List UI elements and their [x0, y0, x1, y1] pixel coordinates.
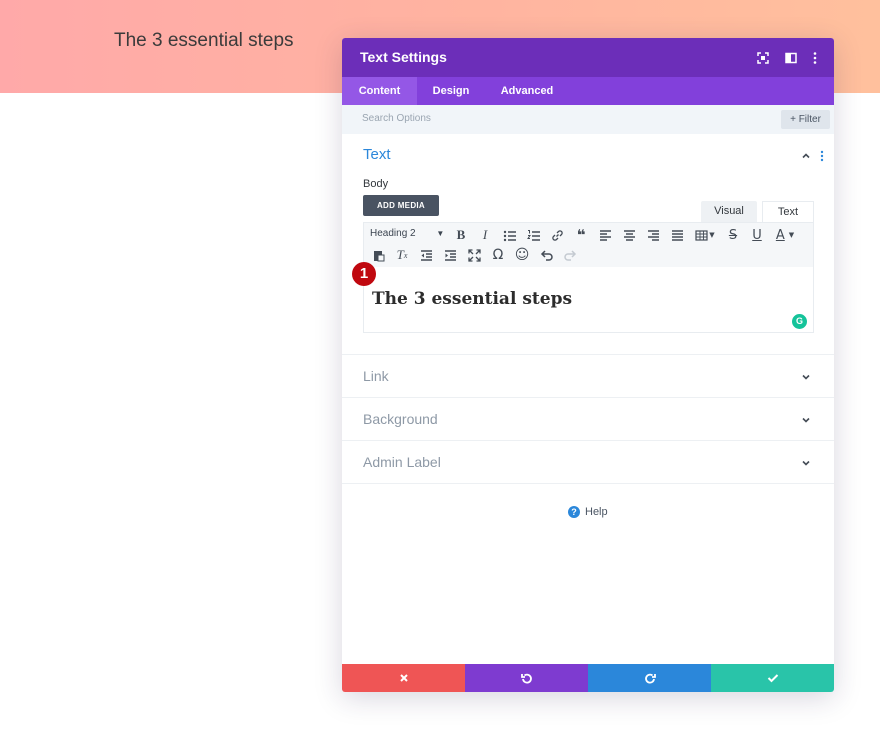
step-badge: 1 [352, 262, 376, 286]
filter-label: Filter [798, 114, 821, 125]
numbered-list-icon[interactable] [525, 227, 541, 243]
save-button[interactable] [711, 664, 834, 692]
help-label: Help [585, 506, 608, 518]
editor-area[interactable]: The 3 essential steps [363, 267, 814, 333]
grammarly-icon[interactable]: G [792, 314, 807, 329]
chevron-down-icon[interactable] [800, 371, 812, 383]
strikethrough-icon[interactable]: S [725, 227, 741, 243]
redo-editor-icon[interactable] [562, 247, 578, 263]
editor-content[interactable]: The 3 essential steps [372, 289, 572, 309]
tab-content[interactable]: Content [342, 77, 417, 105]
table-icon[interactable]: ▼ [693, 227, 717, 243]
divider [342, 354, 834, 355]
modal-header[interactable]: Text Settings [342, 38, 834, 77]
editor-toolbar: Heading 2 ▼ B I ❝ ▼ S U A ▼ T x Ω ☺ [363, 222, 814, 269]
text-settings-modal: Text Settings Content Design Advanced Se… [342, 38, 834, 692]
format-select-value: Heading 2 [370, 228, 416, 239]
search-row: Search Options + Filter [342, 105, 834, 134]
format-select[interactable]: Heading 2 ▼ [370, 228, 444, 239]
tab-design[interactable]: Design [417, 77, 485, 105]
undo-icon [520, 673, 532, 684]
body-label: Body [363, 178, 389, 190]
divider [342, 440, 834, 441]
chevron-down-icon[interactable] [800, 457, 812, 469]
emoji-icon[interactable]: ☺ [514, 247, 530, 263]
underline-icon[interactable]: U [749, 227, 765, 243]
blockquote-icon[interactable]: ❝ [573, 226, 589, 244]
modal-tabs: Content Design Advanced [342, 77, 834, 105]
redo-icon [644, 673, 656, 684]
divider [342, 483, 834, 484]
hero-title: The 3 essential steps [114, 30, 294, 51]
add-media-button[interactable]: ADD MEDIA [363, 195, 439, 216]
search-input[interactable]: Search Options [362, 113, 431, 124]
fullscreen-icon[interactable] [756, 51, 770, 65]
divider [342, 397, 834, 398]
close-icon [399, 674, 408, 682]
help-icon: ? [568, 506, 580, 518]
fullscreen-editor-icon[interactable] [466, 247, 482, 263]
text-section-title[interactable]: Text [363, 146, 391, 163]
paste-text-icon[interactable] [370, 247, 386, 263]
chevron-down-icon[interactable] [800, 414, 812, 426]
link-icon[interactable] [549, 227, 565, 243]
clear-formatting-icon[interactable]: Tx [394, 247, 410, 263]
discard-button[interactable] [342, 664, 465, 692]
plus-icon: + [790, 114, 796, 125]
undo-editor-icon[interactable] [538, 247, 554, 263]
modal-title: Text Settings [360, 49, 447, 65]
accordion-background[interactable]: Background [363, 411, 438, 427]
align-justify-icon[interactable] [669, 227, 685, 243]
align-right-icon[interactable] [645, 227, 661, 243]
visual-tab[interactable]: Visual [701, 201, 757, 222]
redo-button[interactable] [588, 664, 711, 692]
italic-icon[interactable]: I [477, 227, 493, 243]
align-left-icon[interactable] [597, 227, 613, 243]
filter-button[interactable]: + Filter [781, 110, 830, 129]
split-view-icon[interactable] [784, 51, 798, 65]
accordion-admin-label[interactable]: Admin Label [363, 454, 441, 470]
special-character-icon[interactable]: Ω [490, 247, 506, 263]
bold-icon[interactable]: B [453, 227, 469, 243]
outdent-icon[interactable] [418, 247, 434, 263]
indent-icon[interactable] [442, 247, 458, 263]
text-tab[interactable]: Text [762, 201, 814, 223]
undo-button[interactable] [465, 664, 588, 692]
chevron-up-icon[interactable] [800, 150, 812, 162]
caret-down-icon: ▼ [436, 229, 445, 238]
tab-advanced[interactable]: Advanced [485, 77, 569, 105]
text-color-icon[interactable]: A ▼ [772, 227, 798, 243]
align-center-icon[interactable] [621, 227, 637, 243]
check-icon [767, 674, 778, 683]
bullet-list-icon[interactable] [501, 227, 517, 243]
section-options-icon[interactable] [818, 149, 826, 163]
help-link[interactable]: ? Help [568, 506, 608, 518]
accordion-link[interactable]: Link [363, 368, 389, 384]
more-options-icon[interactable] [808, 51, 822, 65]
